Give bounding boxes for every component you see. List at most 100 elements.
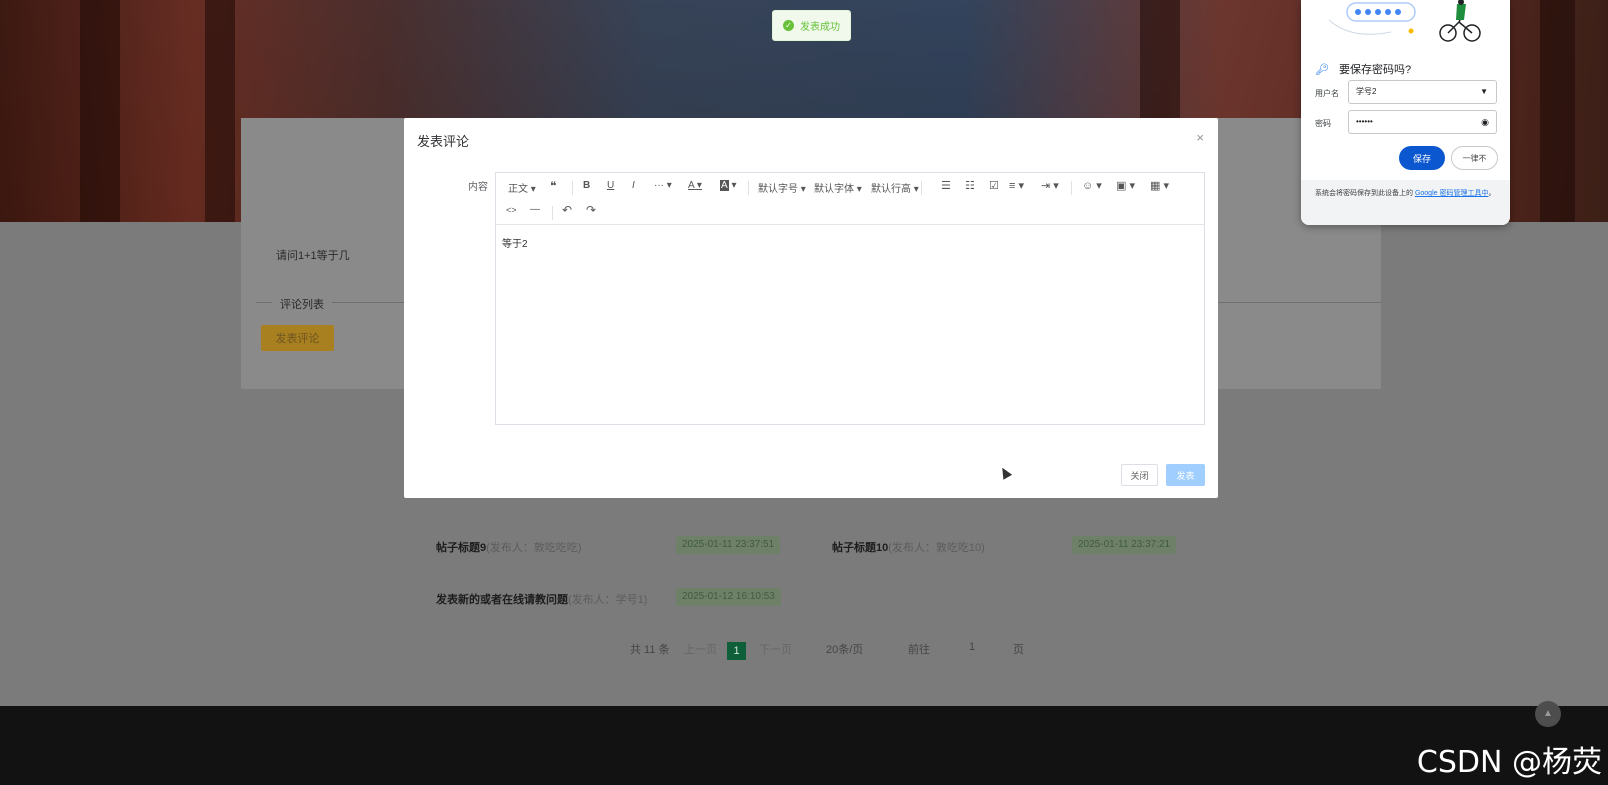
post-author: (发布人：敦吃吃吃)	[486, 542, 582, 554]
rich-text-editor: 正文 ▾ ❝ B U I ··· ▾ A ▾ A ▾ 默认字号 ▾ 默认字体 ▾…	[495, 172, 1205, 425]
pagination-next[interactable]: 下一页	[759, 641, 792, 657]
underline-icon[interactable]: U	[607, 180, 614, 191]
emoji-glyph: ☺	[1082, 180, 1094, 192]
close-button[interactable]: 关闭	[1121, 464, 1158, 486]
bg-color-icon[interactable]: A ▾	[720, 180, 736, 191]
hero-building-pillar	[1540, 0, 1575, 222]
pagination-total: 共 11 条	[630, 644, 670, 656]
pagination-page-size[interactable]: 20条/页	[826, 641, 863, 657]
align-icon[interactable]: ≡ ▾	[1009, 179, 1024, 192]
popup-title: 要保存密码吗?	[1338, 64, 1412, 76]
popup-title-row: 🔑︎ 要保存密码吗?	[1315, 61, 1411, 77]
table-icon[interactable]: ▦ ▾	[1150, 179, 1169, 192]
password-value: ••••••	[1356, 117, 1373, 126]
dropdown-arrow-icon: ▼	[1480, 87, 1488, 96]
content-label: 内容	[468, 182, 488, 193]
post-question: 请问1+1等于几	[276, 250, 350, 262]
post-title[interactable]: 帖子标题9	[436, 542, 486, 554]
footer-text: 系统会将密码保存到此设备上的	[1315, 190, 1413, 197]
never-save-button[interactable]: 一律不	[1451, 146, 1498, 170]
font-color-label: A	[688, 180, 695, 191]
comment-list-label: 评论列表	[272, 296, 332, 312]
toolbar-separator	[572, 181, 573, 195]
post-item[interactable]: 帖子标题10(发布人：敦吃吃10)	[832, 539, 985, 555]
success-toast: ✓ 发表成功	[772, 10, 851, 41]
line-height-dropdown[interactable]: 默认行高 ▾	[871, 180, 919, 195]
quote-icon[interactable]: ❝	[550, 179, 556, 193]
paragraph-label: 正文	[508, 184, 528, 195]
save-password-popup: 🔑︎ 要保存密码吗? 用户名 学号2 ▼ 密码 •••••• ◉ 保存 一律不 …	[1301, 0, 1510, 225]
hero-building-pillar	[80, 0, 120, 222]
image-icon[interactable]: ▣ ▾	[1116, 179, 1135, 192]
emoji-icon[interactable]: ☺ ▾	[1082, 179, 1102, 192]
publish-comment-button[interactable]: 发表评论	[261, 325, 334, 351]
font-family-label: 默认字体	[814, 184, 854, 195]
more-styles-icon[interactable]: ··· ▾	[654, 180, 672, 191]
divider-icon[interactable]: —	[530, 204, 540, 215]
post-item[interactable]: 帖子标题9(发布人：敦吃吃吃)	[436, 539, 581, 555]
username-label: 用户名	[1315, 89, 1339, 98]
table-glyph: ▦	[1150, 180, 1161, 192]
toolbar-separator	[552, 206, 553, 220]
post-title[interactable]: 帖子标题10	[832, 542, 888, 554]
save-password-button[interactable]: 保存	[1399, 146, 1445, 170]
redo-icon[interactable]: ↷	[586, 203, 596, 217]
post-title[interactable]: 发表新的或者在线请教问题	[436, 594, 568, 606]
hero-building-pillar	[205, 0, 235, 222]
post-author: (发布人：学号1)	[568, 594, 648, 606]
post-author: (发布人：敦吃吃10)	[888, 542, 985, 554]
check-circle-icon: ✓	[783, 20, 794, 31]
editor-toolbar: 正文 ▾ ❝ B U I ··· ▾ A ▾ A ▾ 默认字号 ▾ 默认字体 ▾…	[496, 173, 1204, 225]
dialog-title: 发表评论	[417, 134, 470, 149]
undo-icon[interactable]: ↶	[562, 203, 572, 217]
paragraph-dropdown[interactable]: 正文 ▾	[508, 180, 536, 195]
post-date-badge: 2025-01-11 23:37:21	[1072, 536, 1177, 554]
image-glyph: ▣	[1116, 180, 1127, 192]
bg-color-label: A	[720, 180, 729, 191]
back-to-top-button[interactable]: ▲	[1535, 701, 1561, 727]
password-field[interactable]: •••••• ◉	[1348, 110, 1497, 134]
pagination-page-unit: 页	[1013, 644, 1024, 656]
pagination-goto-label: 前往	[908, 644, 930, 656]
pagination-prev[interactable]: 上一页	[684, 641, 717, 657]
publish-button[interactable]: 发表	[1166, 464, 1205, 486]
post-date-badge: 2025-01-11 23:37:51	[676, 536, 781, 554]
bold-icon[interactable]: B	[583, 180, 590, 191]
numbered-list-icon[interactable]: ☷	[965, 179, 975, 192]
close-icon[interactable]: ×	[1196, 130, 1204, 145]
post-date-badge: 2025-01-12 16:10:53	[676, 588, 781, 606]
more-styles-label: ···	[654, 180, 664, 191]
pagination-current-page[interactable]: 1	[727, 642, 746, 660]
popup-footer: 系统会将密码保存到此设备上的 Google 密码管理工具中。	[1301, 180, 1510, 225]
csdn-watermark: CSDN @杨荧	[1416, 745, 1602, 780]
line-height-label: 默认行高	[871, 184, 911, 195]
username-value: 学号2	[1356, 87, 1377, 96]
key-icon: 🔑︎	[1315, 63, 1329, 76]
indent-glyph: ⇥	[1041, 180, 1051, 192]
toolbar-separator	[1071, 181, 1072, 195]
eye-icon[interactable]: ◉	[1481, 111, 1489, 133]
italic-icon[interactable]: I	[632, 180, 635, 191]
toast-message: 发表成功	[800, 22, 840, 33]
post-item[interactable]: 发表新的或者在线请教问题(发布人：学号1)	[436, 591, 647, 607]
code-icon[interactable]: <>	[506, 205, 517, 215]
toolbar-separator	[748, 181, 749, 195]
font-size-label: 默认字号	[758, 184, 798, 195]
footer-end: 。	[1488, 190, 1496, 197]
todo-icon[interactable]: ☑	[989, 179, 999, 192]
indent-icon[interactable]: ⇥ ▾	[1041, 179, 1059, 192]
password-label: 密码	[1315, 119, 1331, 128]
toolbar-separator	[921, 181, 922, 195]
font-size-dropdown[interactable]: 默认字号 ▾	[758, 180, 806, 195]
bullet-list-icon[interactable]: ☰	[941, 179, 951, 192]
comment-dialog: 发表评论 × 内容 正文 ▾ ❝ B U I ··· ▾ A ▾ A ▾ 默认字…	[404, 118, 1218, 498]
username-select[interactable]: 学号2 ▼	[1348, 80, 1497, 104]
font-family-dropdown[interactable]: 默认字体 ▾	[814, 180, 862, 195]
font-color-icon[interactable]: A ▾	[688, 180, 702, 191]
align-glyph: ≡	[1009, 180, 1016, 192]
pagination-goto-input[interactable]: 1	[969, 641, 975, 653]
page-footer	[0, 706, 1608, 785]
password-manager-link[interactable]: Google 密码管理工具中	[1415, 190, 1489, 197]
password-illustration-icon	[1328, 0, 1481, 42]
editor-content[interactable]: 等于2	[502, 235, 528, 250]
